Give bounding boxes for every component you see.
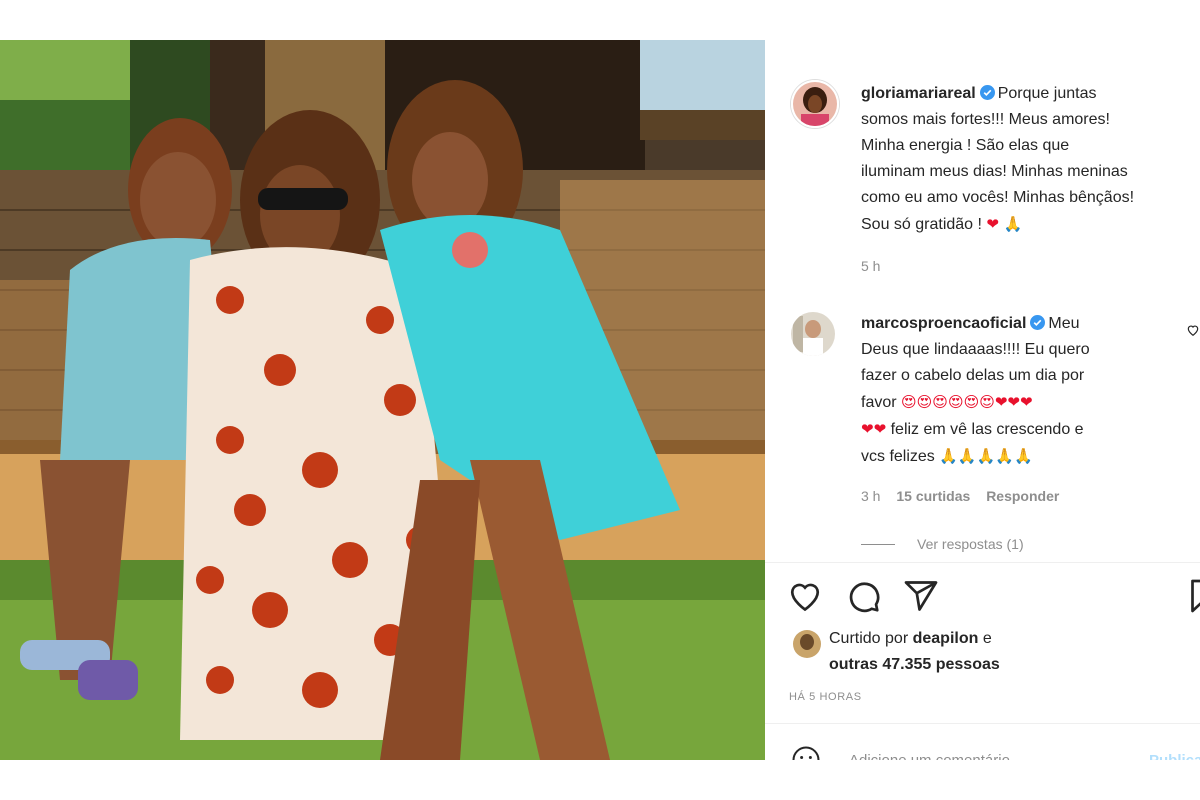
comment-line: fazer o cabelo delas um dia por xyxy=(861,367,1085,384)
add-comment-divider xyxy=(765,723,1200,724)
share-icon[interactable] xyxy=(903,578,939,614)
comment-line: Deus que lindaaaas!!!! Eu quero xyxy=(861,341,1090,358)
comment-line: vcs felizes xyxy=(861,448,935,465)
comment-meta: 3 h 15 curtidas Responder xyxy=(861,488,1071,504)
comment-icon[interactable] xyxy=(845,578,881,614)
post-caption: gloriamariareal Porque juntas somos mais … xyxy=(861,81,1200,238)
replies-line xyxy=(861,543,895,545)
verified-icon xyxy=(979,85,995,100)
likes-summary: Curtido por deapilon e outras 47.355 pes… xyxy=(829,626,1000,678)
likes-others[interactable]: outras 47.355 pessoas xyxy=(829,656,1000,673)
liker-avatar[interactable] xyxy=(793,630,821,658)
publish-button[interactable]: Publicar xyxy=(1149,752,1200,760)
add-comment-input[interactable]: Adicione um comentário... xyxy=(849,752,1022,760)
comment-emojis-row1: 😍😍😍😍😍😍❤❤❤ xyxy=(901,393,1033,411)
comment-line: Meu xyxy=(1048,315,1080,332)
verified-icon xyxy=(1030,315,1046,330)
comment-time[interactable]: 3 h xyxy=(861,488,880,504)
view-replies[interactable]: Ver respostas (1) xyxy=(861,536,1024,552)
caption-time-label[interactable]: 5 h xyxy=(861,258,880,274)
comment-text: marcosproencaoficial Meu Deus que lindaaa… xyxy=(861,311,1181,470)
commenter-avatar[interactable] xyxy=(791,312,835,356)
heart-icon[interactable] xyxy=(787,578,823,614)
caption-line: somos mais fortes!!! Meus amores! xyxy=(861,111,1110,128)
caption-author[interactable]: gloriamariareal xyxy=(861,85,976,102)
caption-line: como eu amo vocês! Minhas bênçãos! xyxy=(861,189,1135,206)
post-side-panel: gloriamariareal Porque juntas somos mais … xyxy=(765,40,1200,760)
comment-emojis-row3: 🙏🙏🙏🙏🙏 xyxy=(939,447,1033,465)
post-timestamp[interactable]: HÁ 5 HORAS xyxy=(789,691,862,703)
bookmark-icon[interactable] xyxy=(1185,578,1200,614)
caption-emojis: ❤ 🙏 xyxy=(986,215,1023,233)
caption-line: Porque juntas xyxy=(997,85,1097,102)
author-avatar[interactable] xyxy=(791,80,839,128)
likes-suffix: e xyxy=(982,630,992,647)
actions-divider xyxy=(765,562,1200,564)
caption-line: iluminam meus dias! Minhas meninas xyxy=(861,163,1128,180)
comment-line: favor xyxy=(861,394,897,411)
post-photo[interactable] xyxy=(0,40,765,760)
comment-line: feliz em vê las crescendo e xyxy=(890,421,1084,438)
reply-button[interactable]: Responder xyxy=(986,488,1059,504)
small-heart-icon[interactable] xyxy=(1186,323,1200,337)
comment-author[interactable]: marcosproencaoficial xyxy=(861,315,1026,332)
comment-emojis-row2: ❤❤ xyxy=(861,420,887,438)
comment-likes[interactable]: 15 curtidas xyxy=(896,488,970,504)
likes-prefix: Curtido por xyxy=(829,630,909,647)
likes-user[interactable]: deapilon xyxy=(913,630,979,647)
caption-line: Sou só gratidão ! xyxy=(861,216,982,233)
caption-line: Minha energia ! São elas que xyxy=(861,137,1070,154)
view-replies-label[interactable]: Ver respostas (1) xyxy=(917,536,1024,552)
caption-time: 5 h xyxy=(861,258,892,274)
smile-icon[interactable] xyxy=(791,745,821,760)
